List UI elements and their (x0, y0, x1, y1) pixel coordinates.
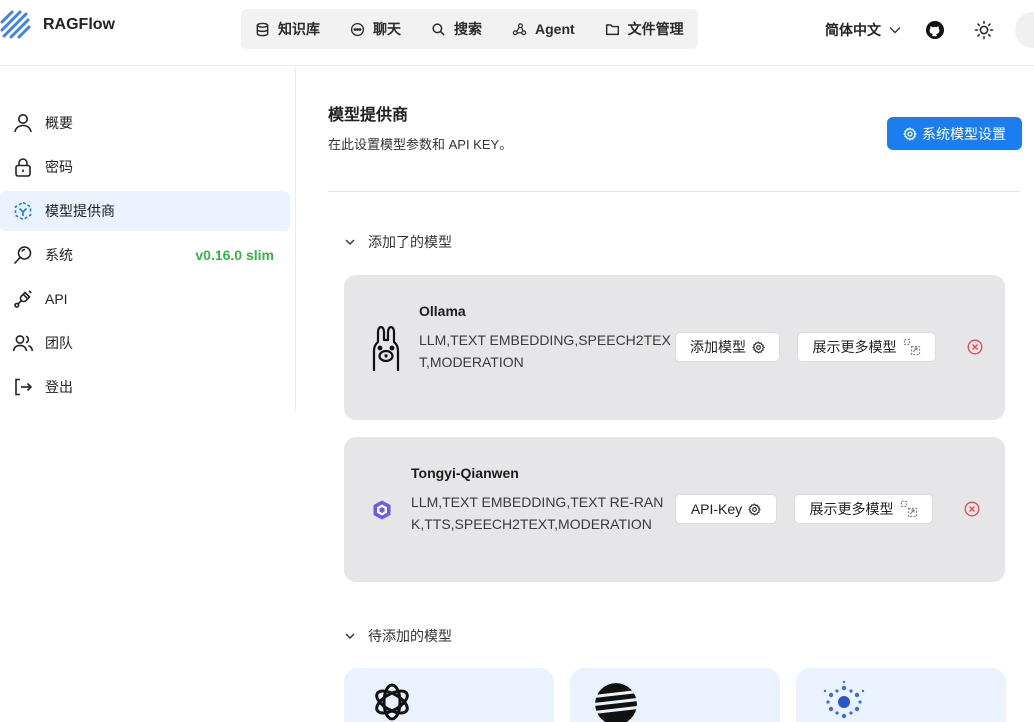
sidebar-item-label: API (45, 291, 68, 307)
added-models-toggle[interactable]: 添加了的模型 (344, 232, 452, 252)
folder-icon (605, 23, 619, 35)
page-description: 在此设置模型参数和 API KEY。 (328, 137, 513, 152)
settings-sidebar: 概要 密码 模型提供商 系统 v0.16.0 slim API 团队 登出 (0, 67, 296, 412)
sidebar-item-system[interactable]: 系统 v0.16.0 slim (0, 235, 290, 275)
sidebar-item-label: 概要 (45, 115, 73, 131)
pending-model-card[interactable] (796, 668, 1006, 722)
show-more-models-label: 展示更多模型 (809, 501, 894, 517)
app-logo[interactable]: RAGFlow (0, 8, 115, 42)
system-search-icon (13, 246, 32, 265)
app-name: RAGFlow (43, 16, 115, 33)
tongyi-logo-icon (373, 500, 391, 520)
sidebar-item-label: 登出 (45, 379, 73, 395)
add-model-button[interactable]: 添加模型 (675, 332, 780, 362)
lock-icon (15, 158, 31, 177)
model-tags: LLM,TEXT EMBEDDING,TEXT RE-RANK,TTS,SPEE… (411, 494, 664, 532)
add-model-label: 添加模型 (690, 339, 746, 355)
page-title: 模型提供商 (328, 107, 409, 124)
ollama-llama-icon (372, 325, 400, 371)
sidebar-item-model-provider[interactable]: 模型提供商 (0, 191, 290, 231)
sidebar-item-team[interactable]: 团队 (0, 323, 290, 363)
expand-models-icon (903, 338, 920, 356)
api-key-label: API-Key (690, 501, 743, 517)
added-models-heading: 添加了的模型 (368, 234, 452, 250)
model-name: Ollama (419, 303, 466, 319)
nav-label: 聊天 (373, 21, 401, 37)
sidebar-item-label: 密码 (45, 159, 73, 175)
language-selector[interactable]: 简体中文 (825, 20, 901, 40)
model-tags: LLM,TEXT EMBEDDING,SPEECH2TEXT,MODERATIO… (419, 332, 671, 370)
gear-icon (752, 340, 765, 354)
chat-bubble-icon (350, 22, 365, 36)
show-more-models-button[interactable]: 展示更多模型 (797, 332, 936, 362)
nav-search[interactable]: 搜索 (431, 9, 482, 49)
plug-icon (14, 290, 32, 308)
gear-icon (748, 502, 762, 516)
avatar[interactable] (1015, 12, 1034, 48)
sidebar-item-profile[interactable]: 概要 (0, 103, 290, 143)
user-icon (14, 114, 32, 133)
nav-file-management[interactable]: 文件管理 (605, 9, 684, 49)
chevron-down-icon (345, 633, 355, 639)
show-more-models-button[interactable]: 展示更多模型 (794, 494, 933, 524)
agent-graph-icon (512, 22, 527, 35)
sidebar-item-password[interactable]: 密码 (0, 147, 290, 187)
chevron-down-icon (345, 239, 355, 245)
api-key-button[interactable]: API-Key (675, 494, 777, 524)
sidebar-item-api[interactable]: API (0, 279, 290, 319)
dotted-burst-logo-icon (823, 680, 865, 719)
team-icon (12, 335, 34, 352)
search-icon (432, 22, 445, 36)
remove-model-icon[interactable] (964, 501, 980, 517)
model-provider-icon (14, 201, 32, 221)
language-label: 简体中文 (825, 22, 881, 38)
system-model-settings-label: 系统模型设置 (922, 125, 1006, 142)
ragflow-logo-icon (0, 10, 31, 39)
expand-models-icon (900, 500, 917, 518)
pending-model-card[interactable] (570, 668, 780, 722)
sidebar-item-label: 团队 (45, 335, 73, 351)
model-card-tongyi-qianwen: Tongyi-Qianwen LLM,TEXT EMBEDDING,TEXT R… (344, 437, 1005, 582)
top-header: RAGFlow 知识库 聊天 搜索 Agent 文件管理 简体中文 (0, 0, 1034, 66)
remove-model-icon[interactable] (967, 339, 983, 355)
chevron-down-icon (889, 27, 901, 34)
sun-theme-icon[interactable] (974, 20, 994, 40)
section-divider (328, 191, 1020, 192)
pending-models-toggle[interactable]: 待添加的模型 (344, 626, 452, 646)
nav-chat[interactable]: 聊天 (350, 9, 401, 49)
version-badge: v0.16.0 slim (195, 247, 274, 263)
openai-logo-icon (375, 683, 409, 721)
striped-sphere-logo-icon (595, 683, 637, 722)
nav-label: 知识库 (278, 21, 320, 37)
model-name: Tongyi-Qianwen (411, 465, 519, 481)
pending-model-card[interactable] (344, 668, 554, 722)
sidebar-item-label: 系统 (45, 247, 73, 263)
nav-label: Agent (535, 21, 575, 37)
nav-agent[interactable]: Agent (512, 9, 575, 49)
pending-models-heading: 待添加的模型 (368, 628, 452, 644)
show-more-models-label: 展示更多模型 (812, 339, 897, 355)
nav-label: 搜索 (454, 21, 482, 37)
sidebar-item-label: 模型提供商 (45, 203, 115, 219)
sidebar-item-logout[interactable]: 登出 (0, 367, 290, 407)
github-icon[interactable] (925, 20, 945, 40)
gear-icon (903, 126, 917, 141)
system-model-settings-button[interactable]: 系统模型设置 (887, 117, 1022, 150)
main-nav: 知识库 聊天 搜索 Agent 文件管理 (241, 9, 698, 49)
nav-label: 文件管理 (627, 21, 684, 37)
nav-knowledge-base[interactable]: 知识库 (255, 9, 320, 49)
database-icon (256, 22, 269, 36)
logout-icon (15, 378, 33, 396)
model-card-ollama: Ollama LLM,TEXT EMBEDDING,SPEECH2TEXT,MO… (344, 275, 1005, 420)
